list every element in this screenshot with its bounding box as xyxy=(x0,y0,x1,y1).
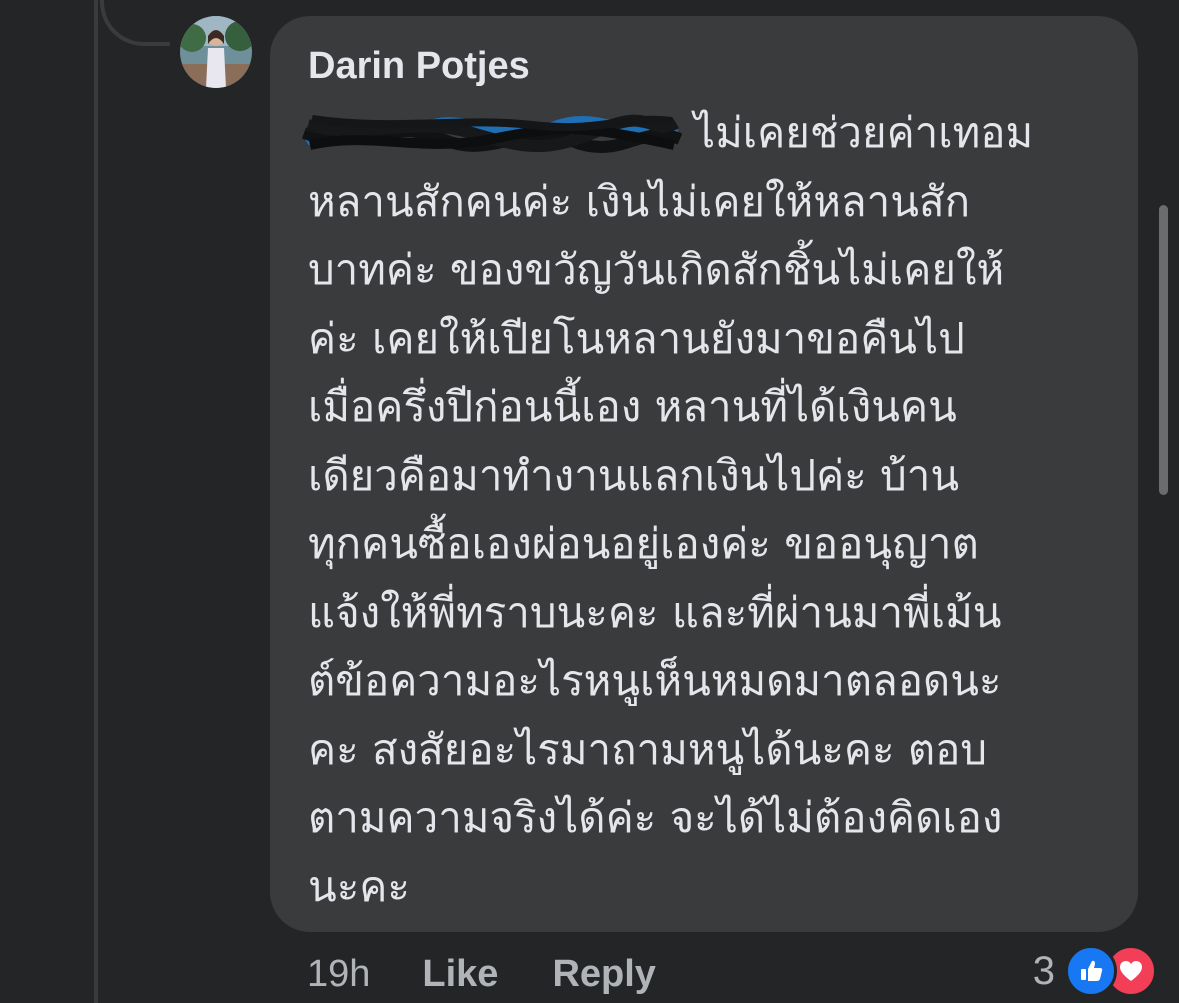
comment-line: ตามความจริงได้ค่ะ จะได้ไม่ต้องคิดเอง xyxy=(308,793,1003,842)
comment-bubble: Darin Potjes ไม่เคยช่วยค่าเทอม หลานสักคน… xyxy=(270,16,1138,932)
comment-line: คะ สงสัยอะไรมาถามหนูได้นะคะ ตอบ xyxy=(308,724,988,774)
scrollbar[interactable] xyxy=(1159,205,1168,495)
comment-line: เดียวคือมาทำงานแลกเงินไปค่ะ บ้าน xyxy=(308,450,960,500)
avatar-photo xyxy=(180,16,252,88)
comment-screen: Darin Potjes ไม่เคยช่วยค่าเทอม หลานสักคน… xyxy=(0,0,1179,1003)
avatar[interactable] xyxy=(180,16,252,88)
redacted-mention xyxy=(302,111,682,155)
reply-connector xyxy=(100,0,170,46)
comment-actions: 19h Like Reply xyxy=(307,948,656,1000)
comment-line: ค่ะ เคยให้เปียโนหลานยังมาขอคืนไป xyxy=(308,313,965,363)
comment-author[interactable]: Darin Potjes xyxy=(308,38,1108,94)
comment-text: ไม่เคยช่วยค่าเทอม หลานสักคนค่ะ เงินไม่เค… xyxy=(302,99,1108,921)
reaction-count: 3 xyxy=(1032,948,1055,993)
comment-line: ทุกคนซื้อเองผ่อนอยู่เองค่ะ ขออนุญาต xyxy=(308,519,979,568)
thumbs-up-icon xyxy=(1065,945,1117,997)
comment-line-text: ไม่เคยช่วยค่าเทอม xyxy=(694,108,1034,157)
comment-line: แจ้งให้พี่ทราบนะคะ และที่ผ่านมาพี่เม้น xyxy=(308,587,1002,637)
like-button[interactable]: Like xyxy=(422,953,498,996)
comment-line: หลานสักคนค่ะ เงินไม่เคยให้หลานสัก xyxy=(308,176,971,226)
thread-line xyxy=(94,0,98,1003)
reaction-summary[interactable]: 3 xyxy=(1033,944,1157,998)
comment-timestamp[interactable]: 19h xyxy=(307,953,370,996)
comment-line: ต์ข้อความอะไรหนูเห็นหมดมาตลอดนะ xyxy=(308,656,1002,705)
comment-line: บาทค่ะ ของขวัญวันเกิดสักชิ้นไม่เคยให้ xyxy=(308,245,1005,294)
comment-line: นะคะ xyxy=(308,861,410,911)
reply-button[interactable]: Reply xyxy=(552,953,655,996)
comment-line-first: ไม่เคยช่วยค่าเทอม xyxy=(302,99,1108,168)
comment-line: เมื่อครึ่งปีก่อนนี้เอง หลานที่ได้เงินคน xyxy=(308,382,957,431)
